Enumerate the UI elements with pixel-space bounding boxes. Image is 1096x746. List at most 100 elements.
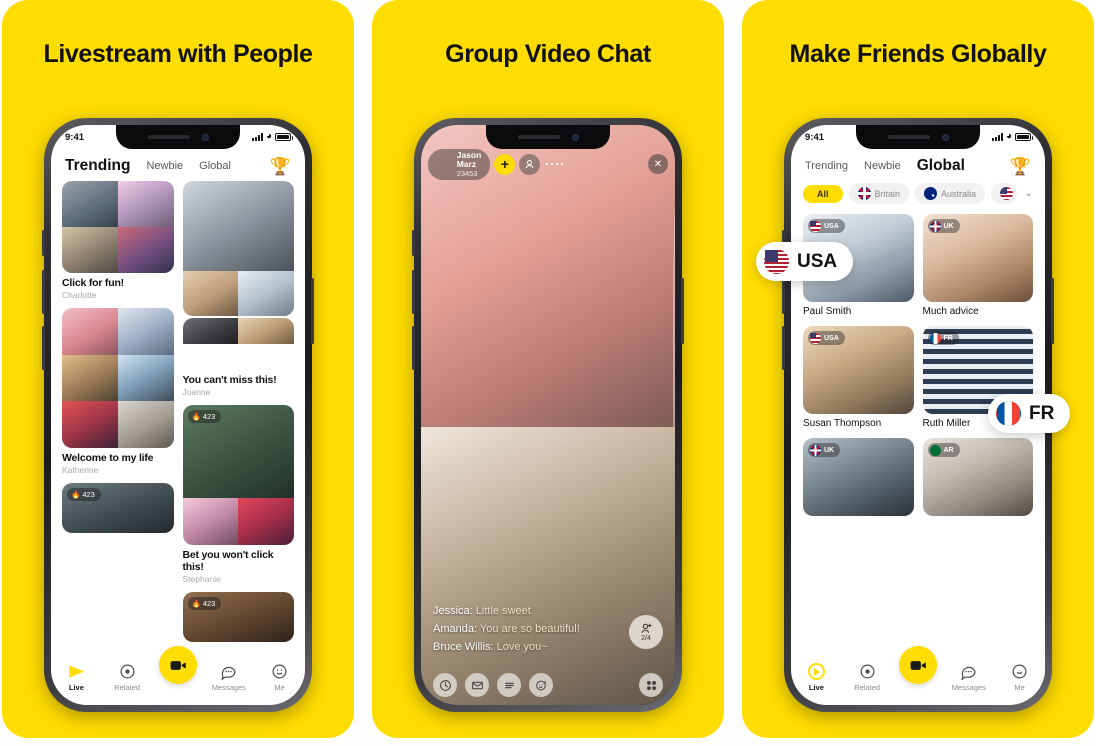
nav-item-messages[interactable]: Messages [205,662,253,692]
flag-fr-icon [996,401,1021,426]
chip-britain[interactable]: Britain [848,183,910,204]
flag-fr-icon [929,332,941,344]
thumb-cell [117,308,174,355]
hot-count-value: 423 [202,599,216,608]
mail-icon[interactable] [465,673,489,697]
plus-icon[interactable]: + [494,153,516,175]
feed-card-thumbnail: 🔥 423 [182,592,294,642]
feed-card[interactable]: Click for fun! Charlotte [62,181,174,300]
chat-text: Love you~ [496,641,548,653]
nav-label: Live [68,683,84,692]
chip-all[interactable]: All [803,184,843,203]
nav-item-me[interactable]: Me [256,662,304,692]
feed-card[interactable]: Welcome to my life Katherine [62,308,174,475]
chat-bubble-icon [959,662,978,681]
person-card[interactable]: AR [922,438,1033,516]
close-icon[interactable]: ✕ [648,154,668,175]
thumb-cell [62,401,118,448]
feed-card-thumbnail [182,181,294,316]
smiley-face-icon [270,662,289,681]
guest-avatar-3[interactable] [556,163,559,166]
guest-avatar-2[interactable] [551,163,554,166]
video-camera-icon[interactable] [899,646,937,684]
phone-power-button [1051,278,1054,344]
host-name: Jason Marz [456,150,482,170]
sticker-smiley-icon[interactable] [529,673,553,697]
country-tag: USA [808,219,845,233]
tab-newbie[interactable]: Newbie [864,160,901,172]
video-chat-screen: Jason Marz 23453 + ✕ Jessica: Little swe… [421,125,675,705]
chevron-down-icon[interactable]: ⌄ [1025,188,1033,199]
battery-icon [1015,133,1033,141]
feed-card[interactable]: You can't miss this! Joanne [182,181,294,397]
floating-badge-label: USA [797,250,838,272]
flag-au-icon [924,187,938,200]
nav-item-live[interactable]: Live [792,662,840,692]
tab-global[interactable]: Global [199,160,231,172]
phone-mockup-1: 9:41 ◕ Trending Newbie Global 🏆 Click fo… [42,118,314,712]
tab-trending[interactable]: Trending [65,157,133,179]
chat-message: Bruce Willis: Love you~ [433,641,580,653]
live-chat-messages: Jessica: Little sweet Amanda: You are so… [433,605,580,659]
flag-us-icon [1000,187,1014,200]
person-photo: UK [922,214,1033,302]
host-info-pill[interactable]: Jason Marz 23453 [428,149,491,180]
flag-uk-icon [857,187,871,200]
country-tag-label: AR [943,446,954,454]
nav-item-me[interactable]: Me [996,662,1044,692]
feed-card[interactable]: 🔥 423 [182,592,294,642]
thumb-cell [117,227,174,273]
person-search-icon[interactable] [519,153,541,175]
floating-country-badge-usa: USA [756,242,854,281]
viewer-count-button[interactable]: 2/4 [629,615,663,649]
tab-global[interactable]: Global [917,157,968,179]
guest-avatar-1[interactable] [546,163,549,166]
grid-apps-icon[interactable] [639,673,663,697]
person-card[interactable]: USA Susan Thompson [803,326,914,429]
trophy-icon[interactable]: 🏆 [1010,158,1031,175]
panel-title: Livestream with People [43,40,313,68]
nav-item-related[interactable]: Related [843,662,891,692]
person-photo: USA [803,326,914,414]
chip-australia[interactable]: Australia [915,183,986,204]
guest-avatar-4[interactable] [561,163,564,166]
front-camera [941,133,949,141]
fire-icon: 🔥 [191,599,201,608]
feed-card-title: Bet you won't click this! [182,549,274,573]
country-tag: UK [808,443,841,457]
status-indicators: ◕ [251,132,293,142]
video-bottom-feed[interactable] [421,426,675,705]
thumb-cell [238,318,294,344]
bottom-navigation-1: Live Related . [51,646,305,705]
phone-volume-down [42,326,45,370]
menu-lines-icon[interactable] [497,673,521,697]
chip-america[interactable]: Ameri [991,183,1017,204]
person-name: Susan Thompson [803,418,882,429]
phone-mute-switch [42,230,45,256]
floating-badge-label: FR [1029,402,1055,424]
tab-newbie[interactable]: Newbie [146,160,183,172]
person-card[interactable]: UK [803,438,914,516]
nav-item-live[interactable]: Live [52,662,100,692]
chip-label: All [817,188,829,199]
person-name: Paul Smith [803,306,852,317]
trophy-icon[interactable]: 🏆 [270,158,291,175]
nav-item-related[interactable]: Related [103,662,151,692]
timer-icon[interactable] [433,673,457,697]
phone-mute-switch [412,230,415,256]
person-photo: AR [922,438,1033,516]
feed-card[interactable]: 🔥 423 [62,483,174,533]
nav-label: Live [808,683,824,692]
status-time: 9:41 [805,131,825,143]
video-camera-icon[interactable] [159,646,197,684]
nav-item-messages[interactable]: Messages [945,662,993,692]
target-circle-icon [118,662,137,681]
chip-label: Australia [941,188,977,199]
earpiece-speaker [887,135,930,139]
person-card[interactable]: UK Much advice [922,214,1033,317]
country-filter-chips: All Britain Australia Ameri ⌄ [791,181,1045,212]
phone-notch [116,125,240,149]
feed-card[interactable]: 🔥 423 Bet you won't click this! Stephani… [182,405,294,584]
flag-sa-icon [929,444,941,456]
tab-trending[interactable]: Trending [805,160,848,172]
